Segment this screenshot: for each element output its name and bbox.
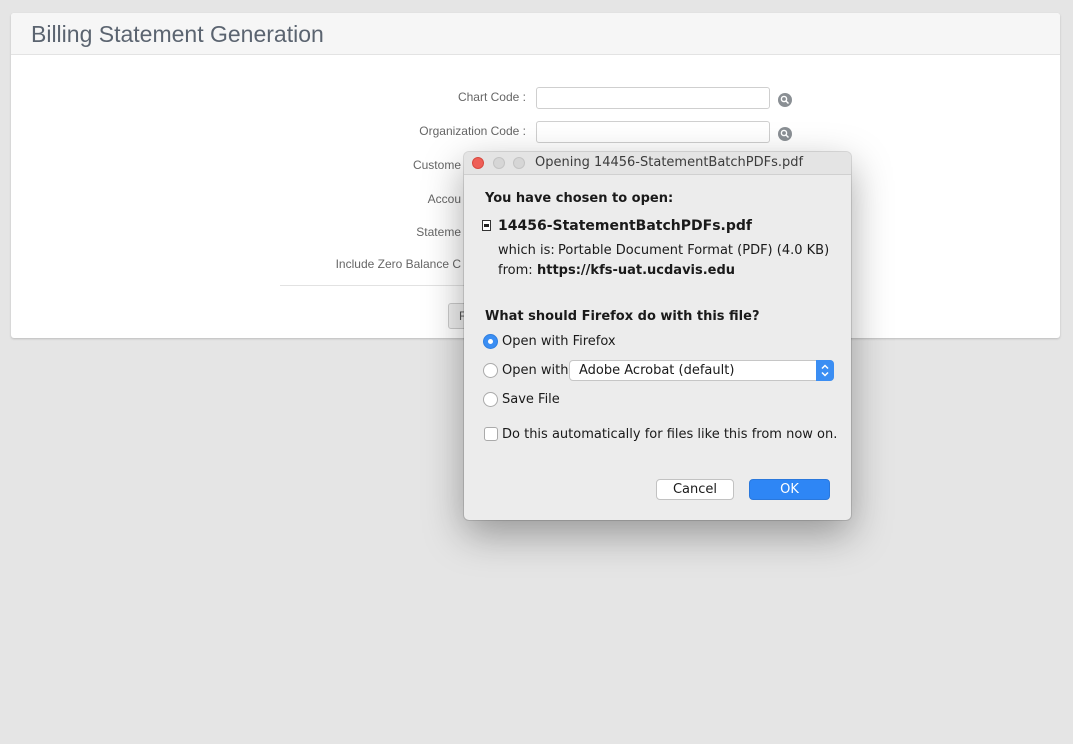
open-with-app-label[interactable]: Open with — [502, 363, 568, 378]
auto-action-checkbox[interactable] — [484, 427, 498, 441]
save-file-radio[interactable] — [483, 392, 498, 407]
file-type-label: which is: — [498, 243, 555, 258]
open-with-firefox-label[interactable]: Open with Firefox — [502, 334, 616, 349]
dialog-title: Opening 14456-StatementBatchPDFs.pdf — [535, 155, 804, 170]
maximize-window-icon[interactable] — [513, 157, 525, 169]
organization-code-input[interactable] — [536, 121, 770, 143]
application-select-value: Adobe Acrobat (default) — [579, 363, 735, 378]
chevron-up-down-icon — [816, 360, 834, 381]
open-with-app-radio[interactable] — [483, 363, 498, 378]
organization-code-label: Organization Code : — [419, 124, 526, 138]
ok-button[interactable]: OK — [749, 479, 830, 500]
statement-label: Stateme — [416, 225, 461, 239]
download-dialog: Opening 14456-StatementBatchPDFs.pdf You… — [464, 152, 851, 520]
save-file-label[interactable]: Save File — [502, 392, 560, 407]
minimize-window-icon[interactable] — [493, 157, 505, 169]
page-title: Billing Statement Generation — [31, 21, 324, 47]
chart-code-input[interactable] — [536, 87, 770, 109]
account-label: Accou — [427, 192, 461, 206]
chosen-heading: You have chosen to open: — [485, 191, 674, 206]
dialog-titlebar: Opening 14456-StatementBatchPDFs.pdf — [464, 152, 851, 175]
open-with-firefox-radio[interactable] — [483, 334, 498, 349]
include-zero-balance-label: Include Zero Balance C — [335, 257, 461, 271]
cancel-button[interactable]: Cancel — [656, 479, 734, 500]
chart-code-lookup-icon[interactable] — [778, 93, 792, 107]
organization-code-lookup-icon[interactable] — [778, 127, 792, 141]
auto-action-label[interactable]: Do this automatically for files like thi… — [502, 427, 837, 442]
file-name: 14456-StatementBatchPDFs.pdf — [498, 218, 752, 234]
panel-header: Billing Statement Generation — [11, 13, 1060, 55]
action-question: What should Firefox do with this file? — [485, 309, 760, 324]
pdf-file-icon — [482, 220, 491, 231]
customer-label: Custome — [412, 158, 461, 172]
chart-code-label: Chart Code : — [457, 90, 526, 104]
file-source-label: from: — [498, 263, 533, 278]
application-select[interactable]: Adobe Acrobat (default) — [569, 360, 834, 381]
file-type-value: Portable Document Format (PDF) (4.0 KB) — [558, 243, 830, 258]
close-window-icon[interactable] — [472, 157, 484, 169]
file-source-value: https://kfs-uat.ucdavis.edu — [537, 263, 736, 278]
